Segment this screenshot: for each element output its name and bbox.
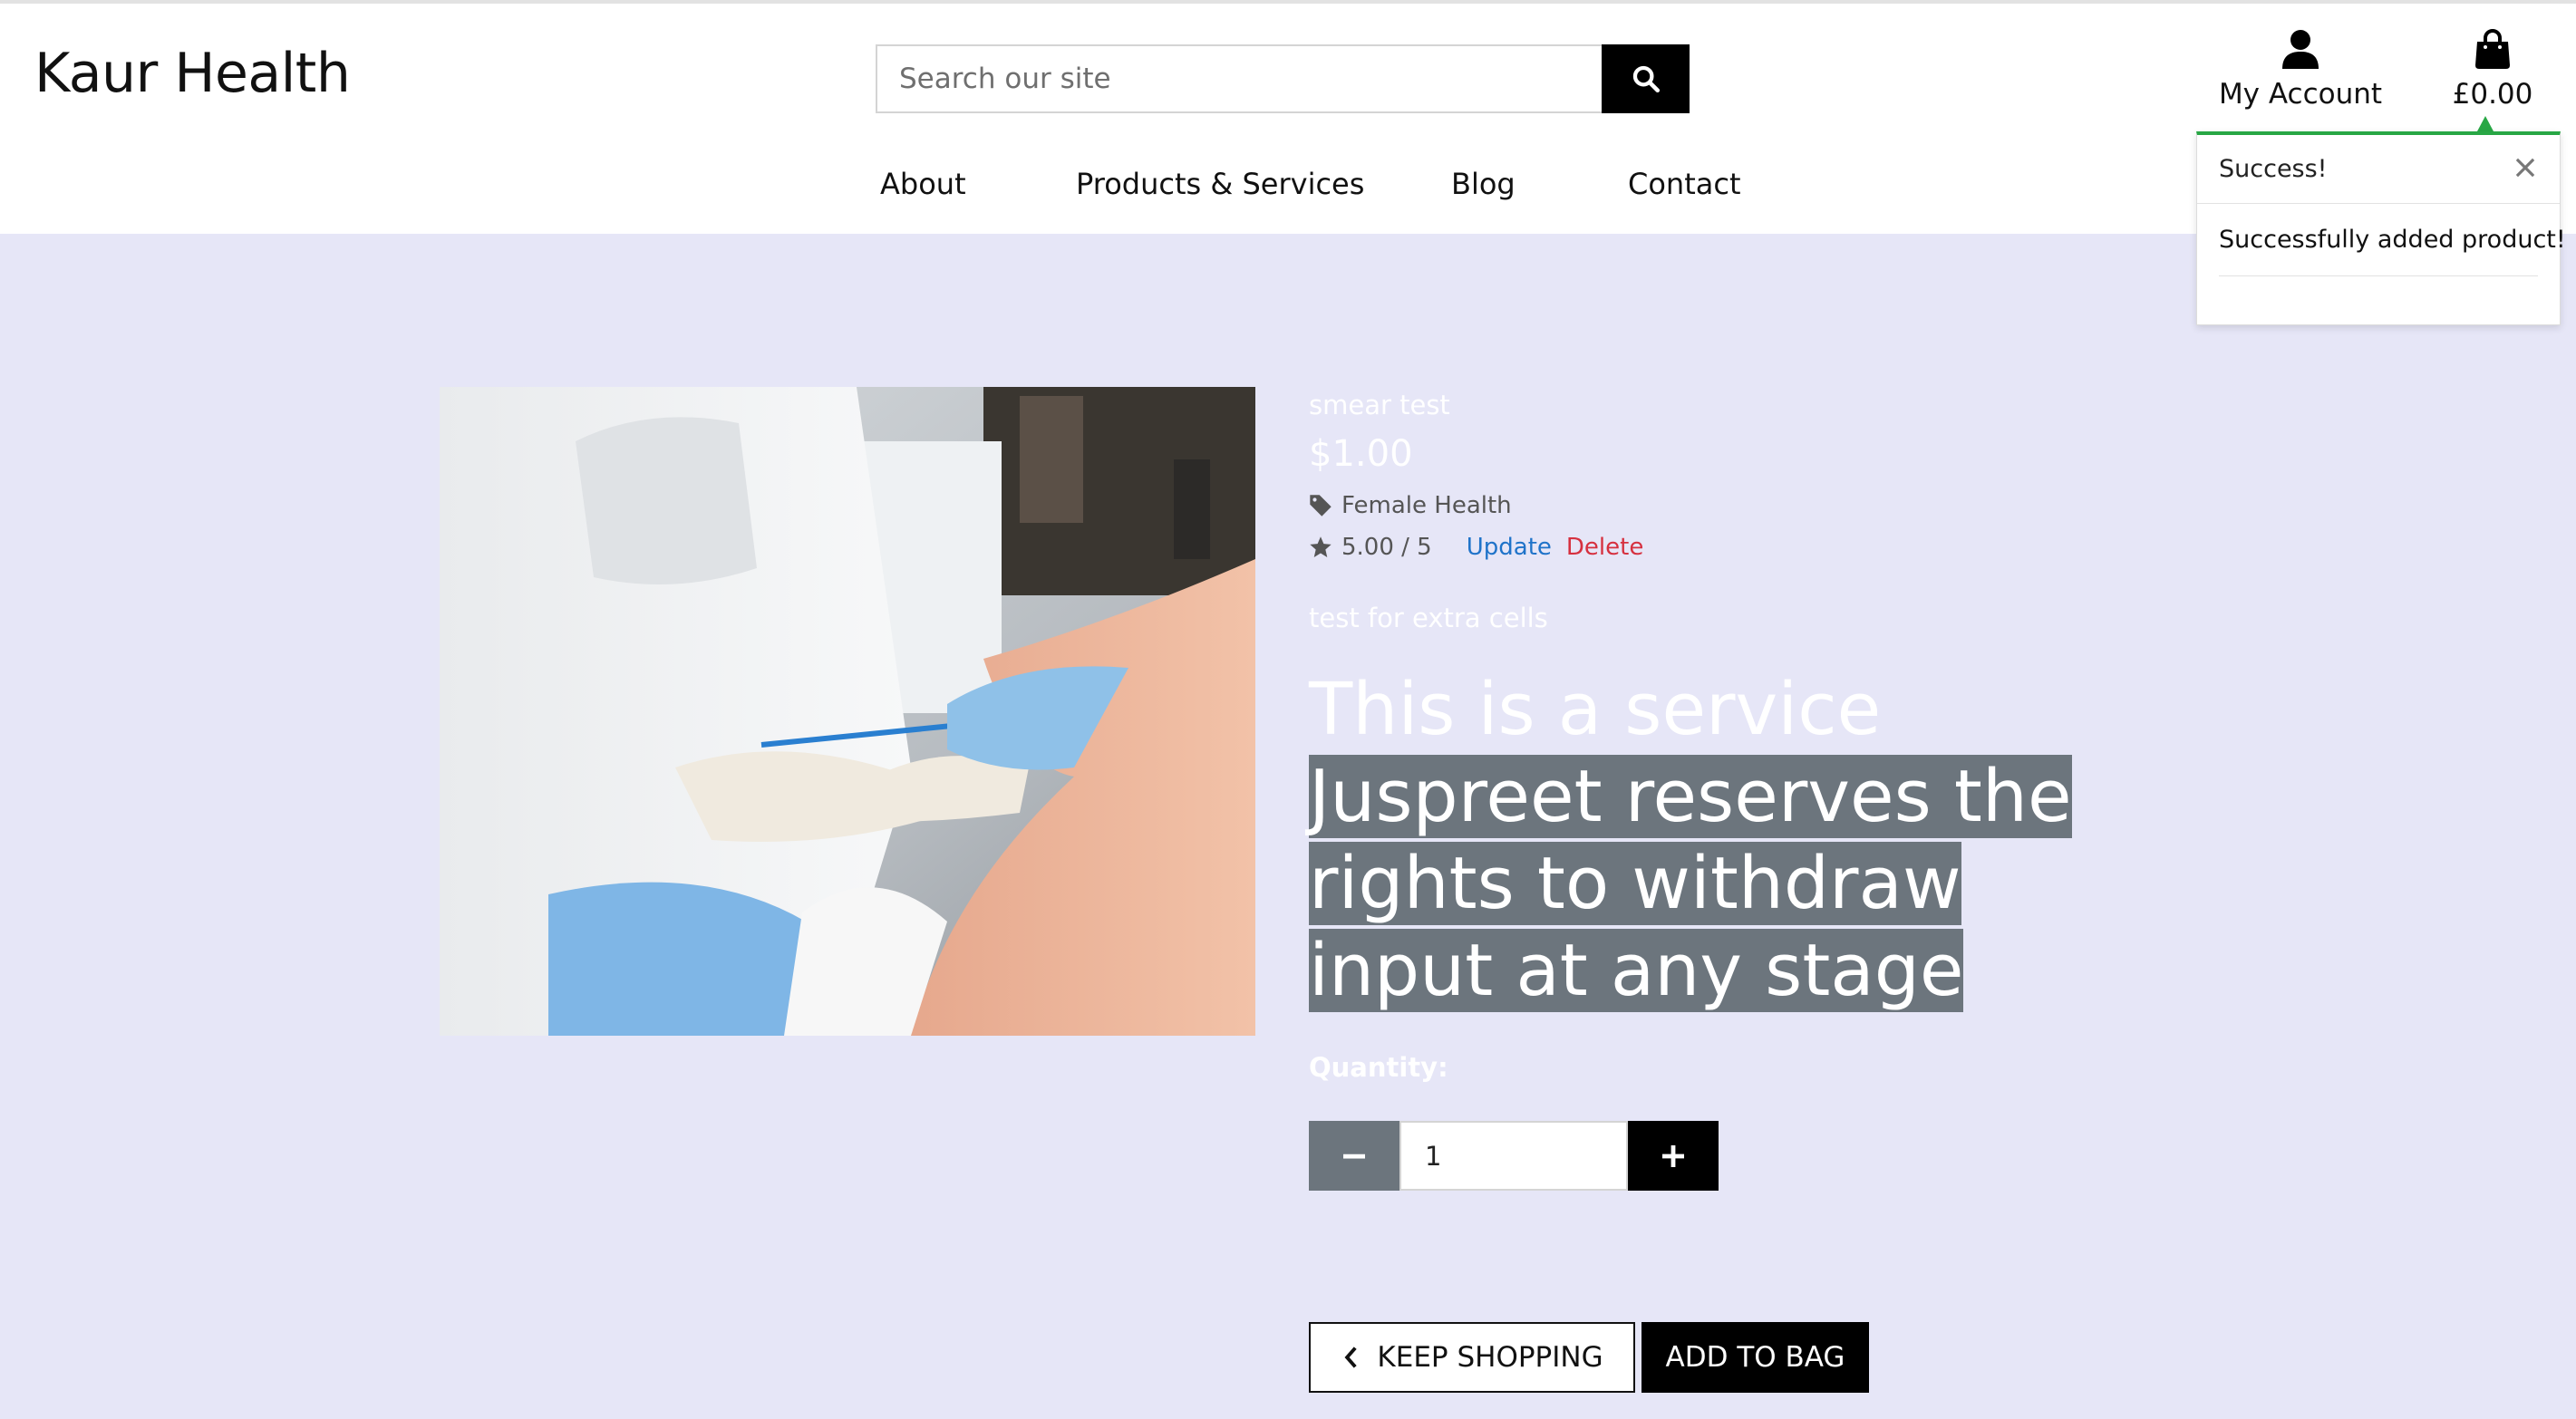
product-photo: [440, 387, 1255, 1036]
rating-value: 5.00 / 5: [1341, 534, 1432, 561]
toast-title: Success!: [2219, 155, 2328, 183]
user-icon: [2282, 30, 2319, 69]
category-label: Female Health: [1341, 492, 1512, 519]
product-short-description: test for extra cells: [1309, 603, 1548, 633]
shopping-bag-icon: [2475, 29, 2510, 69]
close-icon: [2515, 158, 2535, 178]
update-product-link[interactable]: Update: [1467, 534, 1552, 561]
chevron-left-icon: [1344, 1347, 1358, 1368]
nav-item-blog[interactable]: Blog: [1451, 167, 1516, 201]
search-button[interactable]: [1602, 44, 1690, 113]
product-category[interactable]: Female Health: [1309, 492, 1512, 519]
delete-product-link[interactable]: Delete: [1566, 534, 1643, 561]
product-name: smear test: [1309, 390, 1450, 420]
site-logo[interactable]: Kaur Health: [34, 42, 351, 105]
long-description-text: This is a service: [1309, 668, 1882, 751]
star-icon: [1310, 536, 1332, 558]
nav-item-about[interactable]: About: [880, 167, 966, 201]
tag-icon: [1310, 495, 1332, 516]
search-icon: [1632, 65, 1660, 93]
product-price: $1.00: [1309, 433, 1413, 475]
product-long-description: This is a service Juspreet reserves the …: [1309, 666, 2125, 1014]
toast-header: Success!: [2197, 135, 2560, 204]
site-header: Kaur Health My Account £0.00 About Produ…: [0, 0, 2576, 234]
my-account-label: My Account: [2218, 78, 2383, 111]
keep-shopping-label: KEEP SHOPPING: [1377, 1341, 1603, 1374]
shopping-bag-link[interactable]: £0.00: [2438, 29, 2547, 120]
bag-total: £0.00: [2452, 78, 2533, 111]
product-rating-row: 5.00 / 5 Update Delete: [1309, 534, 1643, 561]
search-input[interactable]: [876, 44, 1602, 113]
minus-icon: [1343, 1154, 1365, 1159]
search-form: [876, 44, 1690, 113]
toast-message: Successfully added product!: [2219, 204, 2566, 276]
nav-item-products-services[interactable]: Products & Services: [1076, 167, 1364, 201]
quantity-stepper: [1309, 1121, 1719, 1191]
highlighted-text: Juspreet reserves the rights to withdraw…: [1309, 755, 2072, 1012]
nav-item-contact[interactable]: Contact: [1628, 167, 1741, 201]
add-to-bag-button[interactable]: ADD TO BAG: [1641, 1322, 1869, 1393]
my-account-link[interactable]: My Account: [2212, 29, 2389, 120]
toast-close-button[interactable]: [2507, 150, 2543, 186]
quantity-label: Quantity:: [1309, 1052, 1448, 1083]
decrement-button[interactable]: [1309, 1121, 1399, 1191]
plus-icon: [1662, 1144, 1684, 1167]
main-nav: About Products & Services Blog Contact: [0, 167, 2576, 208]
success-toast: Success! Successfully added product!: [2196, 131, 2566, 325]
quantity-input[interactable]: [1399, 1121, 1628, 1191]
keep-shopping-button[interactable]: KEEP SHOPPING: [1309, 1322, 1635, 1393]
product-image: [440, 387, 1255, 1036]
increment-button[interactable]: [1628, 1121, 1719, 1191]
toast-pointer: [2477, 116, 2494, 131]
